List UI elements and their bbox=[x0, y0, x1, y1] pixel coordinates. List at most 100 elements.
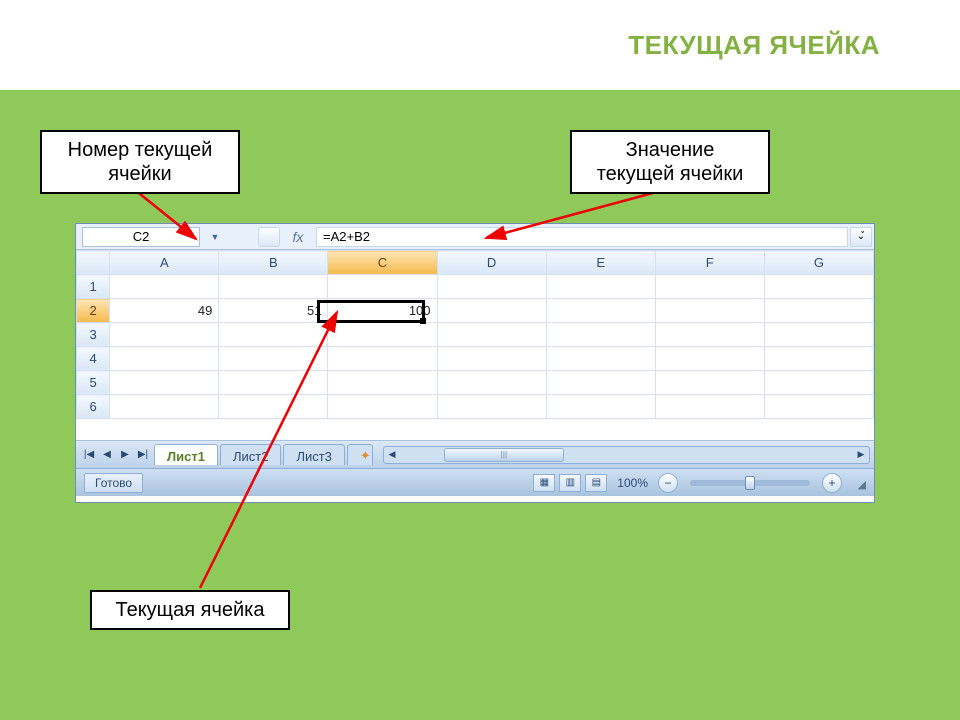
spreadsheet-grid[interactable]: A B C D E F G 1 2 49 51 100 3 4 5 6 bbox=[76, 250, 874, 440]
cell[interactable] bbox=[328, 371, 437, 395]
col-header-F[interactable]: F bbox=[655, 251, 764, 275]
callout-text: Значениетекущей ячейки bbox=[597, 139, 744, 185]
callout-cell-reference: Номер текущейячейки bbox=[40, 130, 240, 194]
cell[interactable] bbox=[546, 323, 655, 347]
sheet-tab-1[interactable]: Лист1 bbox=[154, 444, 218, 465]
cell[interactable] bbox=[655, 275, 764, 299]
cell-A2[interactable]: 49 bbox=[110, 299, 219, 323]
zoom-in-button[interactable]: + bbox=[822, 473, 842, 493]
zoom-out-button[interactable]: − bbox=[658, 473, 678, 493]
tab-nav-next-icon[interactable]: ▶ bbox=[116, 446, 134, 464]
cell[interactable] bbox=[437, 323, 546, 347]
cell[interactable] bbox=[437, 395, 546, 419]
name-box[interactable]: C2 bbox=[82, 227, 200, 247]
col-header-E[interactable]: E bbox=[546, 251, 655, 275]
cell[interactable] bbox=[328, 347, 437, 371]
col-header-C[interactable]: C bbox=[328, 251, 437, 275]
select-all-corner[interactable] bbox=[77, 251, 110, 275]
cell[interactable] bbox=[110, 275, 219, 299]
cell[interactable] bbox=[655, 323, 764, 347]
title-area: ТЕКУЩАЯ ЯЧЕЙКА bbox=[0, 0, 960, 90]
col-header-G[interactable]: G bbox=[764, 251, 873, 275]
formula-input[interactable]: =A2+B2 bbox=[316, 227, 848, 247]
callout-current-cell: Текущая ячейка bbox=[90, 590, 290, 630]
col-header-A[interactable]: A bbox=[110, 251, 219, 275]
cell[interactable] bbox=[110, 323, 219, 347]
cell[interactable] bbox=[328, 395, 437, 419]
tab-nav-last-icon[interactable]: ▶| bbox=[134, 446, 152, 464]
cell[interactable] bbox=[764, 275, 873, 299]
zoom-level[interactable]: 100% bbox=[617, 476, 648, 490]
page-title: ТЕКУЩАЯ ЯЧЕЙКА bbox=[628, 30, 880, 61]
cell[interactable] bbox=[764, 395, 873, 419]
cell[interactable] bbox=[219, 395, 328, 419]
status-bar: Готово ▦ ▥ ▤ 100% − + ◢ bbox=[76, 468, 874, 496]
sheet-tab-2[interactable]: Лист2 bbox=[220, 444, 281, 465]
row-header-4[interactable]: 4 bbox=[77, 347, 110, 371]
cell[interactable] bbox=[655, 395, 764, 419]
scroll-thumb[interactable]: ||| bbox=[444, 448, 564, 462]
formula-bar: C2 ▼ fx =A2+B2 ⌄̌ bbox=[76, 224, 874, 250]
zoom-knob[interactable] bbox=[745, 476, 755, 490]
cell[interactable] bbox=[546, 395, 655, 419]
col-header-B[interactable]: B bbox=[219, 251, 328, 275]
cell[interactable] bbox=[546, 275, 655, 299]
excel-panel: C2 ▼ fx =A2+B2 ⌄̌ A B C D E F G 1 2 49 bbox=[75, 223, 875, 503]
cell[interactable] bbox=[437, 275, 546, 299]
cell[interactable] bbox=[110, 371, 219, 395]
cell[interactable] bbox=[219, 347, 328, 371]
callout-cell-value: Значениетекущей ячейки bbox=[570, 130, 770, 194]
sheet-table: A B C D E F G 1 2 49 51 100 3 4 5 6 bbox=[76, 250, 874, 419]
new-sheet-tab-icon[interactable]: ✦ bbox=[347, 444, 373, 465]
tab-nav-first-icon[interactable]: |◀ bbox=[80, 446, 98, 464]
sheet-tabs-bar: |◀ ◀ ▶ ▶| Лист1 Лист2 Лист3 ✦ ◀ ||| ▶ bbox=[76, 440, 874, 468]
view-page-break-icon[interactable]: ▤ bbox=[585, 474, 607, 492]
cell[interactable] bbox=[328, 323, 437, 347]
row-header-6[interactable]: 6 bbox=[77, 395, 110, 419]
cell[interactable] bbox=[110, 347, 219, 371]
cell[interactable] bbox=[437, 347, 546, 371]
tab-nav-prev-icon[interactable]: ◀ bbox=[98, 446, 116, 464]
col-header-D[interactable]: D bbox=[437, 251, 546, 275]
callout-text: Текущая ячейка bbox=[115, 599, 264, 621]
cell[interactable] bbox=[655, 371, 764, 395]
fx-icon[interactable]: fx bbox=[280, 229, 316, 245]
view-page-layout-icon[interactable]: ▥ bbox=[559, 474, 581, 492]
cell-B2[interactable]: 51 bbox=[219, 299, 328, 323]
status-ready: Готово bbox=[84, 473, 143, 493]
sheet-tab-3[interactable]: Лист3 bbox=[283, 444, 344, 465]
view-normal-icon[interactable]: ▦ bbox=[533, 474, 555, 492]
window-resizer-icon[interactable]: ◢ bbox=[850, 475, 866, 491]
name-box-value: C2 bbox=[133, 229, 150, 244]
cell[interactable] bbox=[437, 371, 546, 395]
cancel-entry-button[interactable] bbox=[258, 227, 280, 247]
name-box-dropdown-icon[interactable]: ▼ bbox=[206, 231, 224, 243]
zoom-slider[interactable] bbox=[690, 480, 810, 486]
cell[interactable] bbox=[764, 299, 873, 323]
cell-C2[interactable]: 100 bbox=[328, 299, 437, 323]
cell[interactable] bbox=[110, 395, 219, 419]
cell[interactable] bbox=[219, 371, 328, 395]
cell[interactable] bbox=[328, 275, 437, 299]
cell[interactable] bbox=[546, 371, 655, 395]
cell[interactable] bbox=[764, 323, 873, 347]
row-header-3[interactable]: 3 bbox=[77, 323, 110, 347]
cell[interactable] bbox=[437, 299, 546, 323]
scroll-left-icon[interactable]: ◀ bbox=[384, 447, 400, 463]
horizontal-scrollbar[interactable]: ◀ ||| ▶ bbox=[383, 446, 870, 464]
cell[interactable] bbox=[219, 323, 328, 347]
expand-formula-bar-icon[interactable]: ⌄̌ bbox=[850, 227, 872, 247]
cell[interactable] bbox=[764, 347, 873, 371]
row-header-2[interactable]: 2 bbox=[77, 299, 110, 323]
row-header-5[interactable]: 5 bbox=[77, 371, 110, 395]
cell[interactable] bbox=[655, 347, 764, 371]
cell[interactable] bbox=[546, 299, 655, 323]
row-header-1[interactable]: 1 bbox=[77, 275, 110, 299]
cell[interactable] bbox=[655, 299, 764, 323]
cell[interactable] bbox=[546, 347, 655, 371]
scroll-right-icon[interactable]: ▶ bbox=[853, 447, 869, 463]
cell[interactable] bbox=[764, 371, 873, 395]
callout-text: Номер текущейячейки bbox=[68, 139, 213, 185]
formula-value: =A2+B2 bbox=[323, 229, 370, 244]
cell[interactable] bbox=[219, 275, 328, 299]
